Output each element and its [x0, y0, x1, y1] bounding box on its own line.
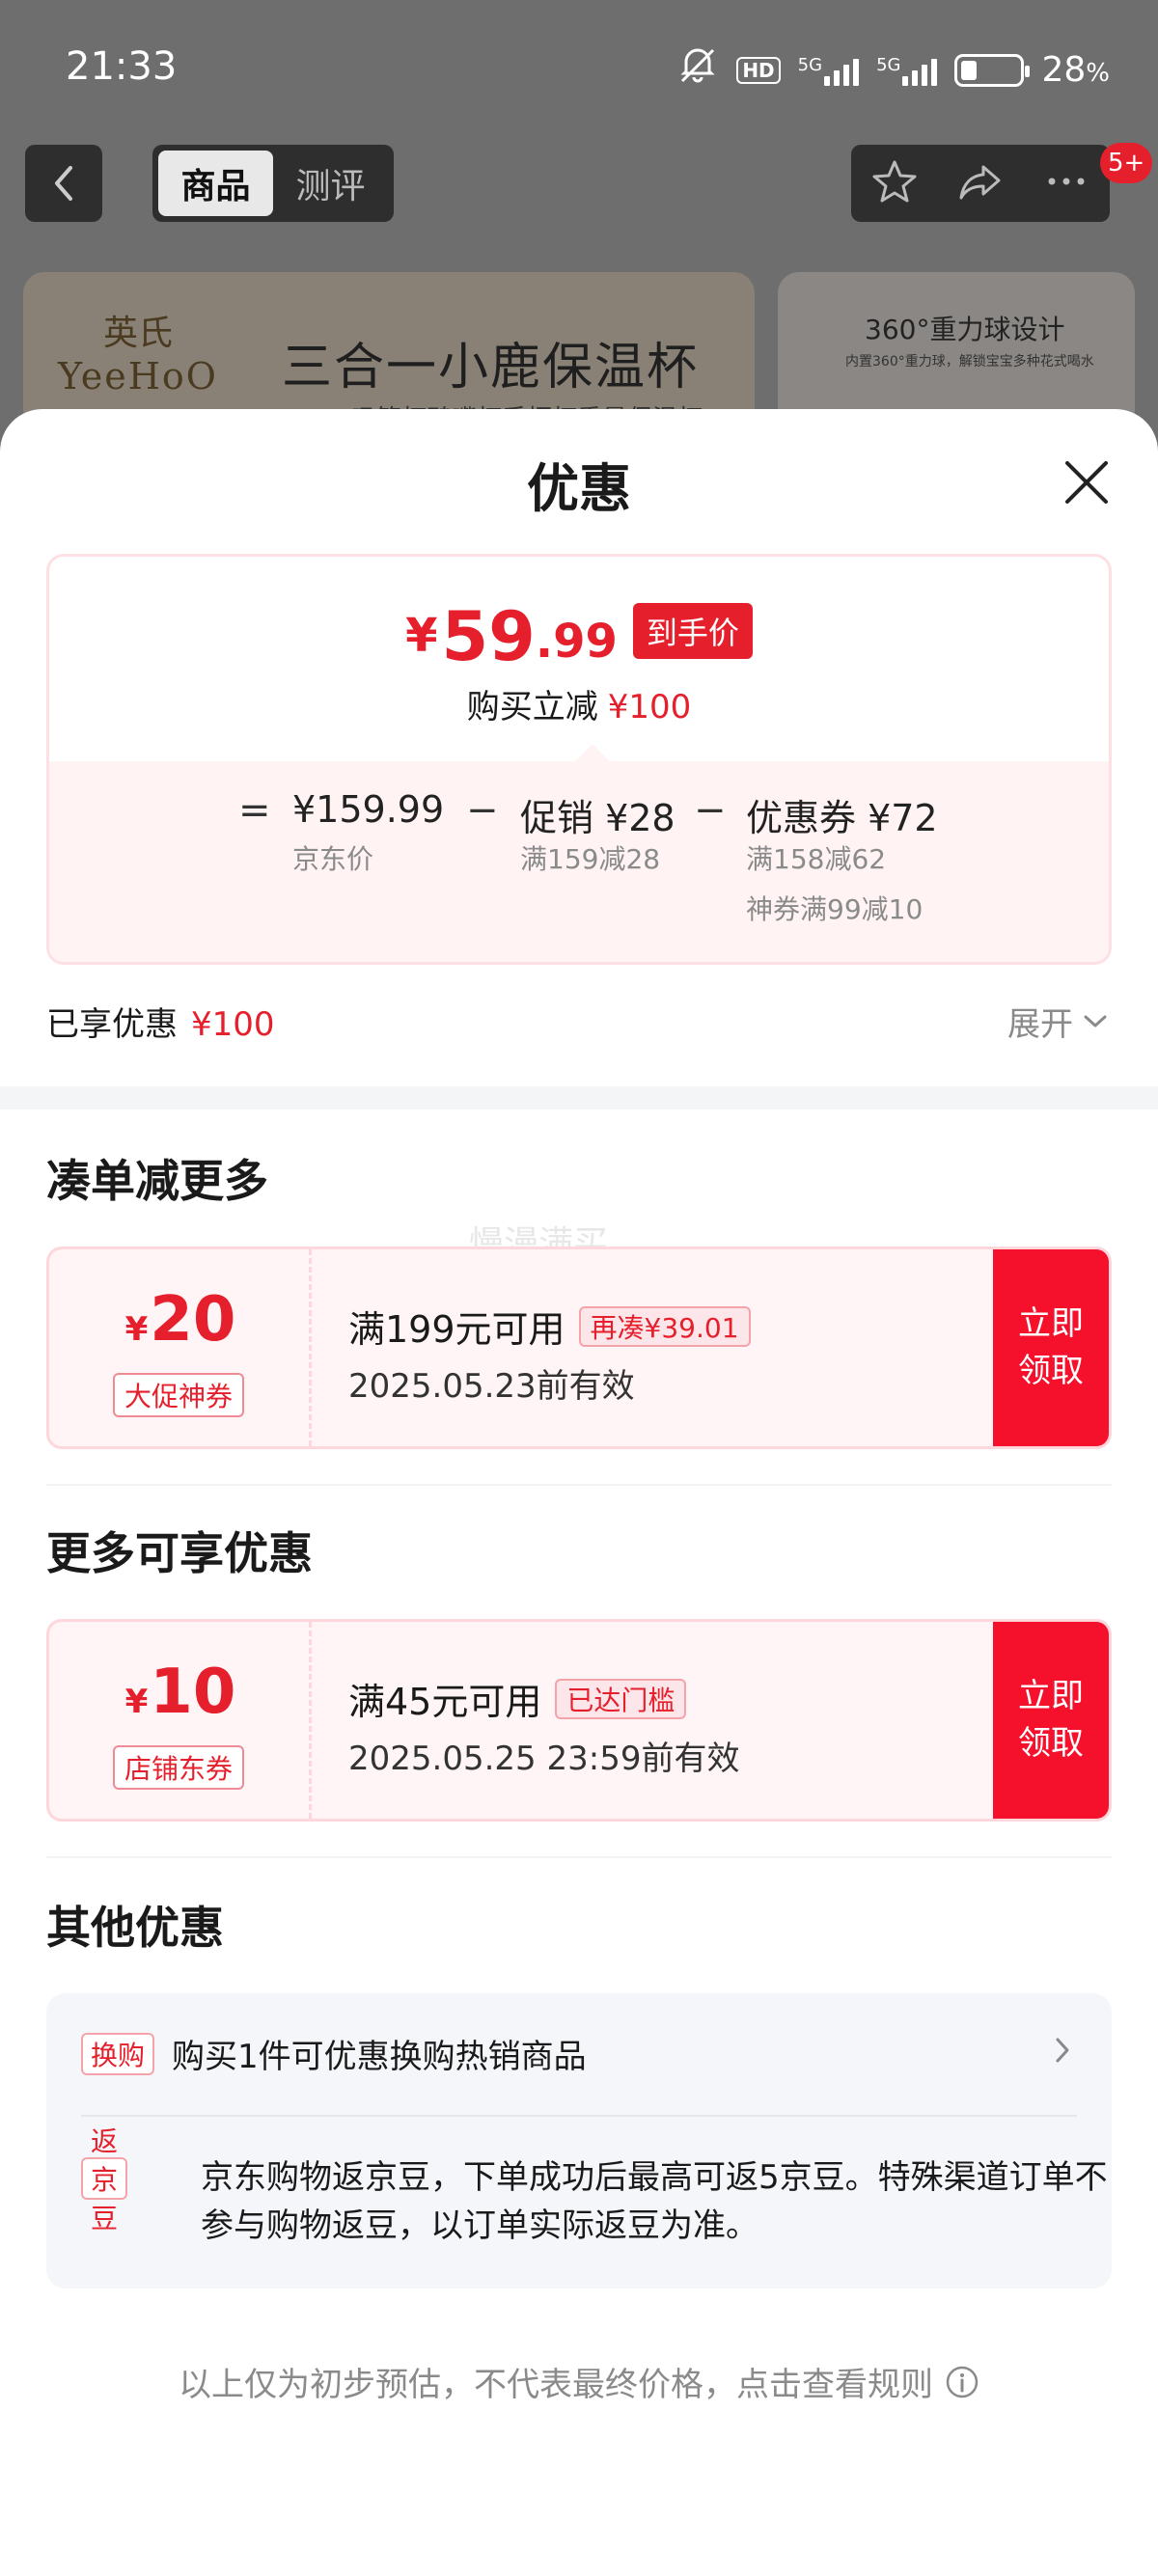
close-button[interactable]: [1058, 453, 1116, 511]
coupon-kind: 大促神券: [113, 1373, 245, 1417]
more-icon[interactable]: [1042, 172, 1090, 195]
minus-sign: −: [694, 788, 727, 833]
status-time: 21:33: [66, 44, 178, 89]
coupon-rule-1: 满158减62: [746, 843, 887, 875]
jd-bean-text: 京东购物返京豆，下单成功后最高可返5京豆。特殊渠道订单不参与购物返豆，以订单实际…: [201, 2158, 1108, 2245]
coupon-card: ¥10 店铺东券 满45元可用 已达门槛 2025.05.25 23:59前有效…: [46, 1619, 1112, 1822]
expand-button[interactable]: 展开: [1007, 998, 1108, 1045]
favorite-star-icon[interactable]: [870, 157, 919, 209]
price-breakdown: = ¥159.99 京东价 − 促销 ¥28 满159减28 − 优惠券 ¥72…: [49, 744, 1109, 962]
back-button[interactable]: [25, 145, 102, 222]
jd-price-label: 京东价: [292, 843, 374, 875]
share-icon[interactable]: [956, 157, 1005, 209]
coupon-value: ¥20: [124, 1284, 236, 1356]
chevron-right-icon[interactable]: [1054, 2036, 1071, 2069]
footer-text: 以上仅为初步预估，不代表最终价格，点击查看规则: [179, 2366, 933, 2404]
claim-coupon-button[interactable]: 立即 领取: [993, 1622, 1109, 1819]
close-icon: [1065, 461, 1108, 504]
banner-side-subtitle: 内置360°重力球，解锁宝宝多种花式喝水: [845, 354, 1094, 370]
sheet-title: 优惠: [527, 458, 631, 519]
brand-logo: 英氏 YeeHoO: [58, 314, 218, 397]
top-actions: [851, 145, 1110, 222]
claim-coupon-button[interactable]: 立即 领取: [993, 1249, 1109, 1446]
coupon-chip: 已达门槛: [555, 1678, 687, 1719]
jd-price: ¥159.99: [292, 788, 445, 831]
price-decimal: .99: [535, 615, 618, 669]
coupon-value: ¥10: [124, 1657, 236, 1728]
section-title-more: 凑单减更多: [46, 1155, 268, 1207]
coupon-chip: 再凑¥39.01: [578, 1305, 751, 1347]
hd-voice-icon: HD: [736, 56, 781, 84]
other-offers: 换购 购买1件可优惠换购热销商品 返京豆 京东购物返京豆，下单成功后最高可返5京…: [46, 1993, 1112, 2288]
signal-1-icon: 5G: [797, 54, 860, 86]
final-price: ¥ 59 .99 到手价: [49, 603, 1109, 671]
final-price-tag: 到手价: [632, 603, 753, 659]
price-integer: 59: [441, 597, 536, 676]
equals-sign: =: [238, 788, 271, 833]
coupon-value-area: ¥20 大促神券: [49, 1249, 312, 1446]
banner-side-title: 360°重力球设计: [865, 314, 1065, 345]
chevron-down-icon: [1084, 1015, 1107, 1027]
minus-sign: −: [466, 788, 499, 833]
coupon-amount: 优惠券 ¥72: [746, 797, 938, 839]
coupon-card: ¥20 大促神券 满199元可用 再凑¥39.01 2025.05.23前有效 …: [46, 1247, 1112, 1449]
exchange-text: 购买1件可优惠换购热销商品: [172, 2038, 587, 2076]
section-title-extra: 更多可享优惠: [46, 1527, 313, 1579]
signal-2-icon: 5G: [876, 54, 938, 86]
price-currency: ¥: [405, 609, 438, 663]
network-type-1: 5G: [797, 54, 823, 75]
divider-line: [46, 1856, 1112, 1858]
info-icon: [946, 2366, 979, 2398]
page-tabs: 商品 测评: [152, 145, 394, 222]
section-divider: [0, 1086, 1158, 1110]
coupon-condition: 满199元可用 再凑¥39.01: [348, 1300, 751, 1353]
coupon-validity: 2025.05.25 23:59前有效: [348, 1740, 740, 1778]
section-title-other: 其他优惠: [46, 1902, 224, 1954]
exchange-offer[interactable]: 换购 购买1件可优惠换购热销商品: [81, 2030, 587, 2077]
promo-rule: 满159减28: [520, 843, 661, 875]
battery-icon: [954, 53, 1031, 87]
discount-sheet: 优惠 ¥ 59 .99 到手价 购买立减 ¥100 = ¥159.99 京东价 −…: [0, 409, 1158, 2576]
divider-line: [81, 2115, 1077, 2117]
price-summary-card: ¥ 59 .99 到手价 购买立减 ¥100 = ¥159.99 京东价 − 促销…: [46, 554, 1112, 965]
tab-review[interactable]: 测评: [273, 151, 388, 216]
message-badge: 5+: [1100, 143, 1153, 183]
coupon-kind: 店铺东券: [113, 1745, 245, 1790]
network-type-2: 5G: [876, 54, 901, 75]
tab-product[interactable]: 商品: [158, 151, 273, 216]
mute-icon: [676, 46, 719, 94]
coupon-rule-2: 神券满99减10: [746, 893, 924, 925]
status-bar: 21:33 HD 5G 5G 28%: [0, 0, 1158, 135]
instant-reduction: 购买立减 ¥100: [466, 688, 692, 726]
divider-line: [46, 1484, 1112, 1486]
coupon-validity: 2025.05.23前有效: [348, 1367, 635, 1406]
banner-title: 三合一小鹿保温杯: [282, 339, 700, 397]
coupon-condition: 满45元可用 已达门槛: [348, 1672, 687, 1725]
jd-bean-label: 返京豆: [81, 2125, 128, 2234]
enjoyed-discount: 已享优惠 ¥100: [46, 1005, 275, 1044]
promo-amount: 促销 ¥28: [520, 797, 676, 839]
rules-footer[interactable]: 以上仅为初步预估，不代表最终价格，点击查看规则: [0, 2358, 1158, 2405]
exchange-label: 换购: [81, 2032, 155, 2075]
chevron-left-icon: [55, 166, 72, 201]
battery-percent: 28%: [1041, 50, 1110, 90]
status-icons: HD 5G 5G 28%: [676, 46, 1110, 94]
coupon-value-area: ¥10 店铺东券: [49, 1622, 312, 1819]
